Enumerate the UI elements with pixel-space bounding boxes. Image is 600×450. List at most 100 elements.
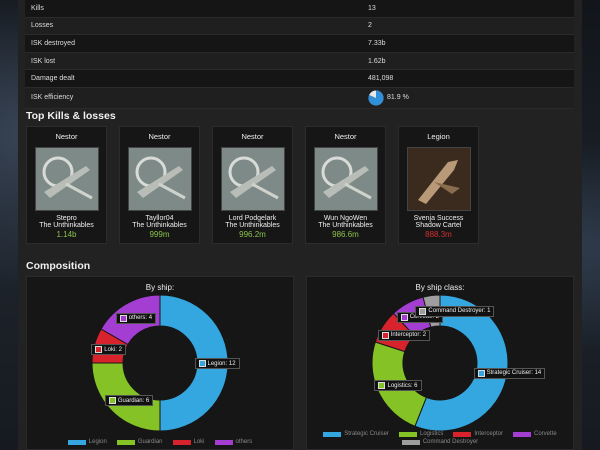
loss-card[interactable]: Legion Svenja Success Shadow Cartel 888.…: [398, 126, 479, 244]
legend-label: Corvette: [534, 431, 557, 437]
corp-name[interactable]: The Unthinkables: [120, 222, 199, 229]
legend-label: Guardian: [137, 439, 163, 445]
efficiency-pie-icon: [368, 90, 384, 106]
kill-card[interactable]: Nestor Wun NgoWen The Unthinkables 986.6…: [305, 126, 386, 244]
stat-label: ISK lost: [31, 57, 56, 65]
legend-swatch: [400, 313, 408, 321]
stat-label: Losses: [31, 22, 54, 30]
by-ship-chart: By ship: Legion: 12 Guardian: 6 Loki: 2 oth…: [26, 276, 294, 450]
legend-swatch: [119, 314, 127, 322]
stats-row-efficiency: ISK efficiency 81.9 %: [25, 87, 574, 109]
legend-swatch: [378, 382, 386, 390]
legend-swatch: [214, 439, 233, 445]
kill-card[interactable]: Nestor Tayllor04 The Unthinkables 999m: [119, 126, 200, 244]
stats-table: Kills 13 Losses 2 ISK destroyed 7.33b ISK l…: [25, 0, 574, 109]
by-ship-class-legend[interactable]: Strategic Cruiser Logistics Interceptor Cor…: [307, 431, 573, 445]
stat-label: ISK destroyed: [31, 39, 75, 47]
slice-label-text: Guardian: 6: [117, 397, 150, 404]
corp-name[interactable]: The Unthinkables: [213, 222, 292, 229]
stat-value: 81.9 %: [387, 94, 409, 102]
stats-row-isk-lost: ISK lost 1.62b: [25, 52, 574, 71]
slice-label: Logistics: 6: [374, 380, 422, 392]
ship-name: Nestor: [148, 132, 171, 141]
pilot-name[interactable]: Wun NgoWen: [306, 215, 385, 222]
stats-row-damage: Damage dealt 481,098: [25, 70, 574, 88]
slice-label: Strategic Cruiser: 14: [473, 367, 546, 379]
ship-name: Legion: [427, 132, 450, 141]
nestor-ship-icon[interactable]: [127, 147, 192, 211]
chart-title: By ship:: [145, 283, 175, 292]
slice-label-text: others: 4: [128, 315, 153, 322]
slice-label: Command Destroyer: 1: [415, 305, 495, 317]
kill-card[interactable]: Nestor Lord Podgelark The Unthinkables 9…: [212, 126, 293, 244]
corp-name[interactable]: The Unthinkables: [27, 222, 106, 229]
slice-label-text: Loki: 2: [104, 346, 122, 353]
legend-item[interactable]: Command Destroyer: [401, 439, 479, 445]
legion-ship-icon[interactable]: [406, 147, 471, 211]
pilot-name[interactable]: Tayllor04: [120, 215, 199, 222]
isk-value: 888.3m: [425, 230, 452, 239]
legend-label: others: [235, 439, 253, 445]
corp-name[interactable]: Shadow Cartel: [399, 222, 478, 229]
ship-name: Nestor: [334, 132, 357, 141]
legend-swatch: [453, 431, 472, 437]
slice-label-text: Strategic Cruiser: 14: [486, 370, 542, 377]
legend-item[interactable]: Loki: [172, 439, 205, 445]
nestor-ship-icon[interactable]: [34, 147, 99, 211]
legend-swatch: [398, 431, 417, 437]
isk-value: 996.2m: [239, 230, 266, 239]
ship-name: Nestor: [55, 132, 78, 141]
corp-name[interactable]: The Unthinkables: [306, 222, 385, 229]
legend-swatch: [95, 346, 103, 354]
slice-label: Legion: 12: [194, 358, 240, 369]
by-ship-class-chart: By ship class: Strategic Cruiser: 14 Logi…: [306, 276, 574, 450]
legend-item[interactable]: Guardian: [116, 439, 163, 445]
stat-label: ISK efficiency: [31, 94, 74, 102]
composition-heading: Composition: [26, 260, 91, 272]
legend-item[interactable]: Interceptor: [453, 431, 503, 437]
by-ship-donut[interactable]: [27, 295, 293, 435]
slice-label: Interceptor: 2: [377, 329, 431, 341]
slice-label-text: Interceptor: 2: [390, 332, 427, 339]
nestor-ship-icon[interactable]: [313, 147, 378, 211]
stat-label: Kills: [31, 4, 44, 12]
legend-swatch: [419, 307, 427, 315]
slice-label: others: 4: [115, 312, 157, 324]
ship-name: Nestor: [241, 132, 264, 141]
pilot-name[interactable]: Stepro: [27, 215, 106, 222]
pilot-name[interactable]: Lord Podgelark: [213, 215, 292, 222]
legend-item[interactable]: Strategic Cruiser: [323, 431, 389, 437]
stat-value: 13: [368, 4, 376, 12]
legend-label: Command Destroyer: [422, 439, 479, 445]
legend-swatch: [67, 439, 86, 445]
nestor-ship-icon[interactable]: [220, 147, 285, 211]
stats-row-isk-destroyed: ISK destroyed 7.33b: [25, 35, 574, 53]
by-ship-legend[interactable]: Legion Guardian Loki others: [27, 439, 293, 445]
stat-value: 2: [368, 22, 372, 30]
efficiency-indicator: 81.9 %: [368, 90, 409, 106]
pilot-name[interactable]: Svenja Success: [399, 215, 478, 222]
legend-item[interactable]: Corvette: [513, 431, 557, 437]
top-kills-heading: Top Kills & losses: [26, 110, 116, 122]
slice-label: Loki: 2: [91, 344, 126, 356]
legend-swatch: [401, 439, 420, 445]
legend-swatch: [323, 431, 342, 437]
stat-label: Damage dealt: [31, 75, 75, 83]
legend-swatch: [108, 397, 116, 405]
legend-item[interactable]: others: [214, 439, 253, 445]
legend-label: Legion: [88, 439, 107, 445]
kill-card[interactable]: Nestor Stepro The Unthinkables 1.14b: [26, 126, 107, 244]
slice-label-text: Legion: 12: [207, 360, 236, 367]
isk-value: 986.6m: [332, 230, 359, 239]
legend-item[interactable]: Legion: [67, 439, 107, 445]
legend-label: Logistics: [419, 431, 444, 437]
slice-label: Guardian: 6: [104, 395, 154, 407]
stats-row-kills: Kills 13: [25, 0, 574, 18]
chart-title: By ship class:: [415, 283, 465, 292]
stat-value: 481,098: [368, 75, 394, 83]
isk-value: 999m: [149, 230, 170, 239]
top-kills-list: Nestor Stepro The Unthinkables 1.14b Nes…: [26, 126, 479, 244]
legend-item[interactable]: Logistics: [398, 431, 444, 437]
stat-value: 7.33b: [368, 39, 386, 47]
legend-swatch: [172, 439, 191, 445]
